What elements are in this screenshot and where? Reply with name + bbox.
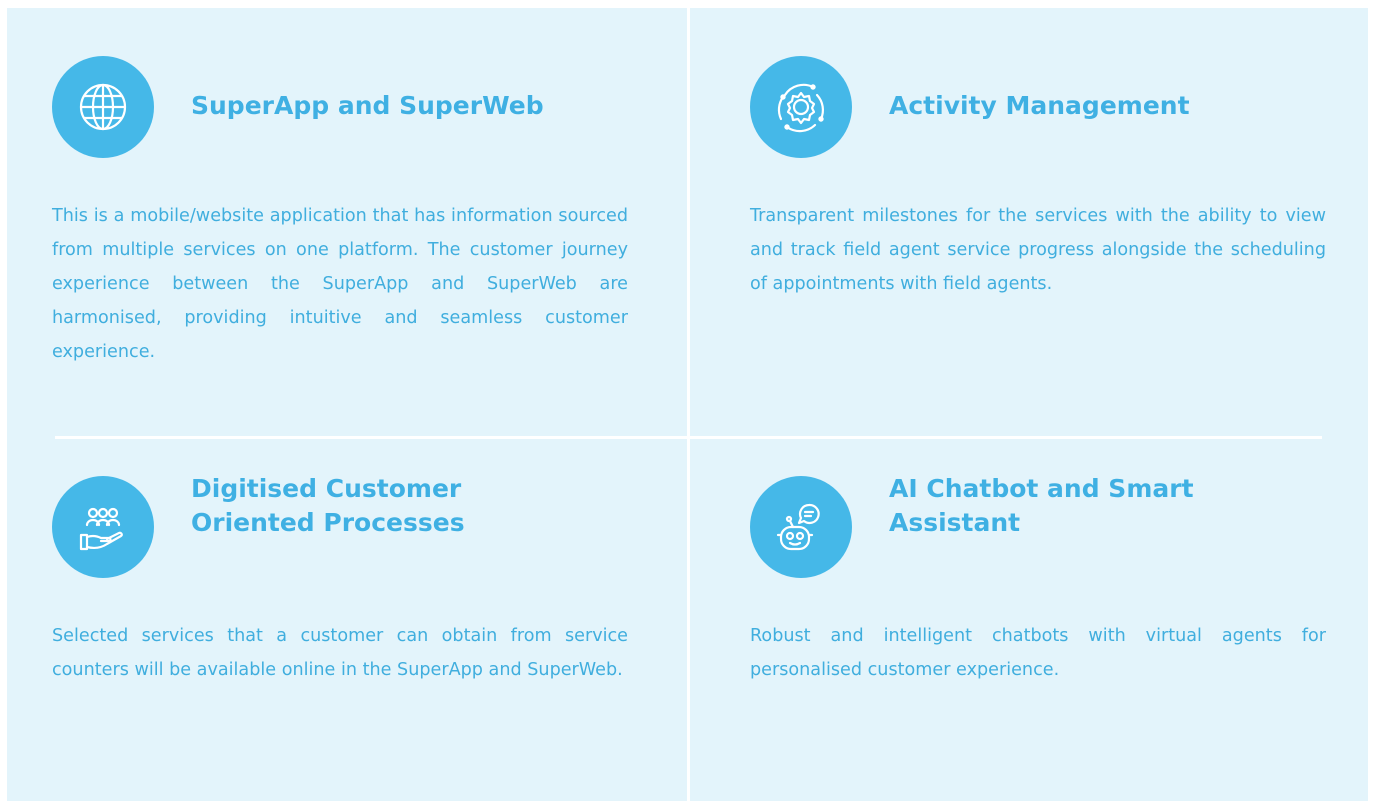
feature-card-activity: Activity Management Transparent mileston… bbox=[750, 56, 1326, 386]
gear-cycle-icon bbox=[750, 56, 852, 158]
feature-card-digitised-processes: Digitised Customer Oriented Processes Se… bbox=[52, 474, 628, 766]
feature-title: SuperApp and SuperWeb bbox=[191, 91, 544, 120]
feature-title: AI Chatbot and Smart Assistant bbox=[889, 474, 1194, 537]
hand-people-icon bbox=[52, 476, 154, 578]
feature-description: Robust and intelligent chatbots with vir… bbox=[750, 626, 1326, 680]
feature-card-ai-chatbot: AI Chatbot and Smart Assistant Robust an… bbox=[750, 474, 1326, 766]
feature-description: This is a mobile/website application tha… bbox=[52, 206, 628, 362]
chatbot-icon bbox=[750, 476, 852, 578]
feature-title: Activity Management bbox=[889, 91, 1190, 120]
feature-card-superapp: SuperApp and SuperWeb This is a mobile/w… bbox=[52, 56, 628, 386]
horizontal-divider-right bbox=[690, 436, 1322, 439]
feature-description: Transparent milestones for the services … bbox=[750, 206, 1326, 294]
horizontal-divider-left bbox=[55, 436, 687, 439]
vertical-divider bbox=[687, 8, 690, 801]
feature-title: Digitised Customer Oriented Processes bbox=[191, 474, 465, 537]
globe-icon bbox=[52, 56, 154, 158]
feature-description: Selected services that a customer can ob… bbox=[52, 626, 628, 680]
